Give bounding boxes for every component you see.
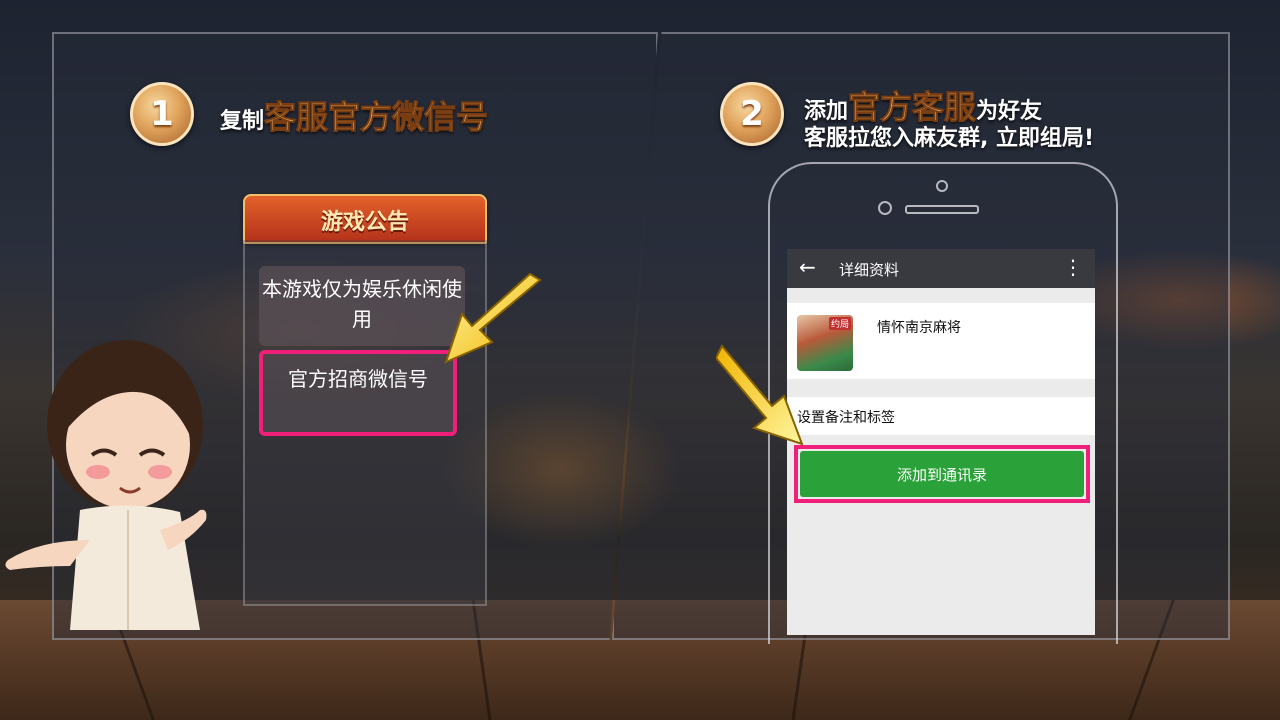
step1-prefix: 复制 [220, 109, 265, 134]
notice-header: 游戏公告 [243, 194, 487, 244]
notice-item-official-wechat[interactable]: 官方招商微信号 [259, 350, 457, 436]
notice-title: 游戏公告 [320, 210, 409, 235]
contact-name: 情怀南京麻将 [877, 320, 961, 336]
mascot-character [5, 340, 207, 630]
avatar-badge: 约局 [828, 317, 851, 330]
phone-earpiece [905, 205, 979, 214]
pointer-arrow-icon [716, 344, 804, 446]
add-to-contacts-button[interactable]: 添加到通讯录 [800, 451, 1084, 497]
set-remark-row[interactable]: 设置备注和标签 [787, 397, 1095, 435]
contact-profile: 约局 情怀南京麻将 [787, 303, 1095, 379]
game-notice-board: 游戏公告 本游戏仅为娱乐休闲使用 官方招商微信号 [243, 194, 487, 606]
notice-item-entertainment[interactable]: 本游戏仅为娱乐休闲使用 [259, 266, 465, 346]
step2-instruction-line2: 客服拉您入麻友群, 立即组局! [804, 126, 1095, 151]
step1-number-badge: 1 [130, 82, 194, 146]
step2-number-badge: 2 [720, 82, 784, 146]
more-menu-icon[interactable]: ⋮ [1063, 255, 1083, 279]
phone-camera [878, 201, 892, 215]
phone-speaker [936, 180, 948, 192]
step1-highlight: 客服官方微信号 [264, 98, 489, 137]
pointer-arrow-icon [444, 272, 542, 364]
phone-screen: ← 详细资料 ⋮ 约局 情怀南京麻将 设置备注和标签 [787, 249, 1095, 635]
back-arrow-icon[interactable]: ← [799, 255, 816, 279]
topbar-title: 详细资料 [839, 261, 900, 279]
wechat-topbar: ← 详细资料 ⋮ [787, 249, 1095, 288]
step1-instruction: 复制客服官方微信号 [220, 92, 489, 138]
